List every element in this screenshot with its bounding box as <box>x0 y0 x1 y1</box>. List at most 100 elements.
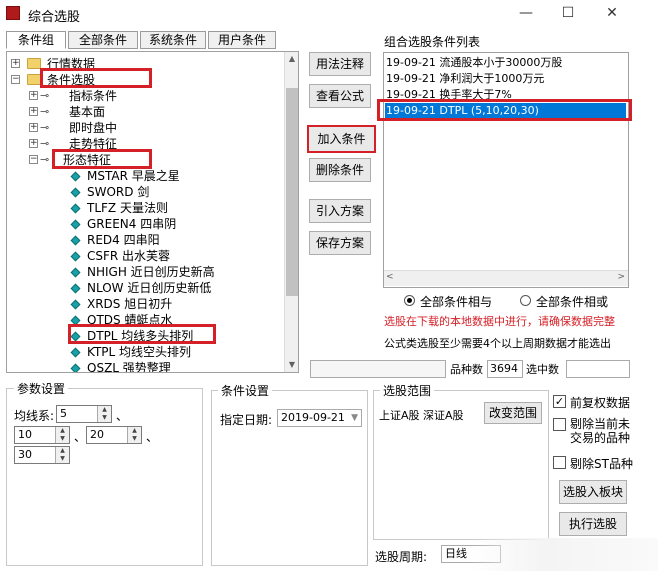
condition-list[interactable]: 19-09-21 流通股本小于30000万股 19-09-21 净利润大于100… <box>383 52 629 288</box>
run-selection-button[interactable]: 执行选股 <box>559 512 627 536</box>
formula-icon <box>70 219 81 230</box>
tree-leaf-label: KTPL 均线空头排列 <box>87 345 192 359</box>
tree-leaf-label: GREEN4 四串阴 <box>87 217 177 231</box>
expand-icon[interactable]: + <box>29 123 38 132</box>
formula-icon <box>70 267 81 278</box>
param-value: 5 <box>60 407 67 420</box>
tree-leaf-label: NLOW 近日创历史新低 <box>87 281 212 295</box>
label-line-1: 剔除当前未 <box>570 417 631 431</box>
scroll-up-icon[interactable]: ▲ <box>285 52 299 66</box>
node-link-icon: ⊸ <box>40 137 50 150</box>
change-range-button[interactable]: 改变范围 <box>484 402 542 424</box>
add-condition-button[interactable]: 加入条件 <box>307 125 376 153</box>
tree-leaf-label: XRDS 旭日初升 <box>87 297 173 311</box>
expand-icon[interactable]: + <box>29 107 38 116</box>
ma-param-3[interactable]: 20 ▲ ▼ <box>86 426 142 444</box>
tree-node-label: 基本面 <box>69 105 106 119</box>
close-icon[interactable]: ✕ <box>602 4 622 22</box>
scroll-right-icon[interactable]: > <box>617 272 625 282</box>
tab-system-conditions[interactable]: 系统条件 <box>140 31 206 49</box>
exclude-suspended-checkbox[interactable] <box>553 418 566 431</box>
formula-icon <box>70 171 81 182</box>
cond-settings-title: 条件设置 <box>218 382 273 399</box>
tree-leaf-label: RED4 四串阳 <box>87 233 160 247</box>
spin-arrows[interactable]: ▲ ▼ <box>97 406 111 422</box>
condition-tree[interactable]: + 行情数据 − 条件选股 + ⊸ 指标条件 + ⊸ 基本面 + ⊸ 即时盘中 … <box>6 51 299 373</box>
chevron-down-icon[interactable]: ▼ <box>351 410 358 426</box>
tree-leaf-label: QSZL 强势整理 <box>87 361 171 373</box>
list-hscrollbar[interactable]: < > <box>384 270 628 286</box>
node-link-icon: ⊸ <box>40 121 50 134</box>
total-count-label: 品种数 <box>450 363 483 376</box>
blur-overlay <box>470 538 658 571</box>
tree-node-label: 即时盘中 <box>69 121 118 135</box>
exclude-st-label: 剔除ST品种 <box>570 457 633 471</box>
exclude-suspended-label: 剔除当前未 交易的品种 <box>570 417 630 445</box>
list-item[interactable]: 19-09-21 流通股本小于30000万股 <box>386 55 562 71</box>
formula-icon <box>70 315 81 326</box>
period-value: 日线 <box>445 547 467 560</box>
tree-node-label: 条件选股 <box>47 73 96 87</box>
formula-icon <box>70 283 81 294</box>
usage-note-button[interactable]: 用法注释 <box>309 52 371 76</box>
maximize-icon[interactable]: ☐ <box>558 4 578 22</box>
save-scheme-button[interactable]: 保存方案 <box>309 231 371 255</box>
scroll-down-icon[interactable]: ▼ <box>285 358 299 372</box>
spin-arrows[interactable]: ▲ ▼ <box>55 427 69 443</box>
formula-icon <box>70 331 81 342</box>
node-link-icon: ⊸ <box>40 153 50 166</box>
formula-icon <box>70 363 81 372</box>
import-scheme-button[interactable]: 引入方案 <box>309 199 371 223</box>
formula-icon <box>70 299 81 310</box>
ma-param-4[interactable]: 30 ▲ ▼ <box>14 446 70 464</box>
folder-open-icon <box>27 74 41 85</box>
list-item-selected[interactable]: 19-09-21 DTPL (5,10,20,30) <box>385 103 626 119</box>
title-bar: 综合选股 — ☐ ✕ <box>0 0 658 28</box>
ma-param-2[interactable]: 10 ▲ ▼ <box>14 426 70 444</box>
minimize-icon[interactable]: — <box>516 4 536 22</box>
date-value: 2019-09-21 <box>281 411 345 424</box>
delete-condition-button[interactable]: 删除条件 <box>309 158 371 182</box>
tree-leaf-label: TLFZ 天量法则 <box>87 201 168 215</box>
spin-arrows[interactable]: ▲ ▼ <box>127 427 141 443</box>
separator: 、 <box>146 430 159 444</box>
spin-arrows[interactable]: ▲ ▼ <box>55 447 69 463</box>
fq-checkbox[interactable]: ✓ <box>553 395 566 408</box>
separator: 、 <box>74 430 87 444</box>
exclude-st-checkbox[interactable] <box>553 456 566 469</box>
tree-scrollbar[interactable]: ▲ ▼ <box>284 52 298 372</box>
formula-icon <box>70 251 81 262</box>
tree-leaf-label: QTDS 蜻蜓点水 <box>87 313 173 327</box>
and-radio[interactable] <box>404 295 415 306</box>
tree-node-label: 行情数据 <box>47 57 96 71</box>
or-radio[interactable] <box>520 295 531 306</box>
expand-icon[interactable]: + <box>11 59 20 68</box>
param-value: 10 <box>18 428 32 441</box>
tree-leaf-label: NHIGH 近日创历史新高 <box>87 265 215 279</box>
expand-icon[interactable]: + <box>29 91 38 100</box>
ma-param-1[interactable]: 5 ▲ ▼ <box>56 405 112 423</box>
formula-icon <box>70 203 81 214</box>
tree-leaf-label: MSTAR 早晨之星 <box>87 169 180 183</box>
tab-all-conditions[interactable]: 全部条件 <box>68 31 138 49</box>
collapse-icon[interactable]: − <box>11 75 20 84</box>
tab-user-conditions[interactable]: 用户条件 <box>208 31 276 49</box>
tab-condition-group[interactable]: 条件组 <box>6 31 66 49</box>
expand-icon[interactable]: + <box>29 139 38 148</box>
folder-icon <box>27 58 41 69</box>
param-value: 30 <box>18 448 32 461</box>
total-count-value: 3694 <box>487 360 523 378</box>
tree-node-label: 形态特征 <box>63 153 112 167</box>
list-item[interactable]: 19-09-21 净利润大于1000万元 <box>386 71 544 87</box>
node-link-icon: ⊸ <box>40 105 50 118</box>
period-label: 选股周期: <box>375 550 428 564</box>
view-formula-button[interactable]: 查看公式 <box>309 84 371 108</box>
scroll-thumb[interactable] <box>286 88 298 296</box>
list-item[interactable]: 19-09-21 换手率大于7% <box>386 87 512 103</box>
to-block-button[interactable]: 选股入板块 <box>559 480 627 504</box>
scroll-left-icon[interactable]: < <box>386 272 394 282</box>
date-select[interactable]: 2019-09-21 ▼ <box>277 409 362 427</box>
date-label: 指定日期: <box>220 413 273 427</box>
tree-node-label: 走势特征 <box>69 137 118 151</box>
collapse-icon[interactable]: − <box>29 155 38 164</box>
